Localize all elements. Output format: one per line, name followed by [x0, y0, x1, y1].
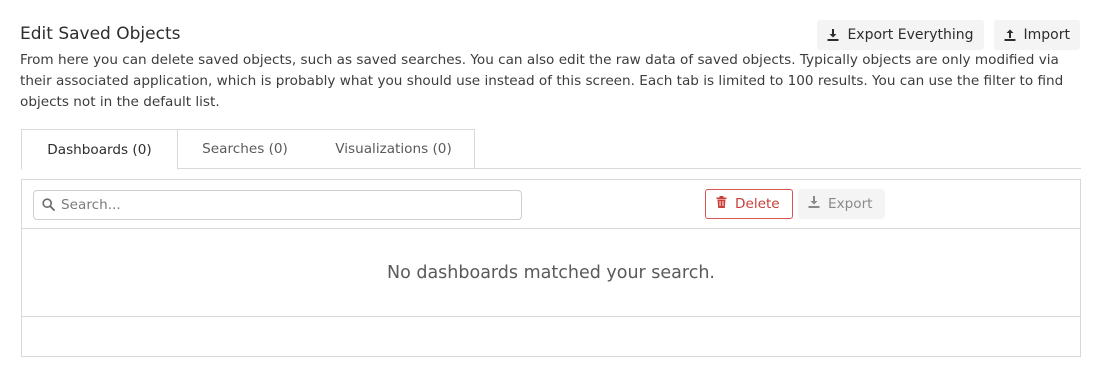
export-button[interactable]: Export [798, 189, 885, 219]
export-everything-button[interactable]: Export Everything [817, 20, 984, 50]
tab-visualizations[interactable]: Visualizations (0) [312, 129, 475, 169]
empty-results-message: No dashboards matched your search. [22, 229, 1080, 317]
header-actions: Export Everything Import [817, 20, 1080, 50]
import-label: Import [1023, 27, 1070, 43]
search-icon [42, 196, 55, 215]
tab-dashboards[interactable]: Dashboards (0) [21, 129, 178, 170]
delete-label: Delete [735, 196, 780, 212]
upload-icon [1004, 29, 1016, 41]
search-input[interactable] [61, 197, 501, 213]
page-description: From here you can delete saved objects, … [20, 52, 1064, 110]
download-icon [808, 196, 820, 212]
trash-icon [716, 196, 727, 212]
import-button[interactable]: Import [993, 20, 1080, 50]
page-title: Edit Saved Objects [20, 24, 181, 44]
export-everything-label: Export Everything [847, 27, 974, 43]
search-box[interactable] [33, 190, 522, 220]
delete-button[interactable]: Delete [705, 189, 793, 219]
tab-searches[interactable]: Searches (0) [178, 129, 312, 169]
objects-panel: Delete Export No dashboards matched your… [21, 179, 1081, 357]
export-label: Export [828, 196, 873, 212]
table-footer [22, 317, 1080, 356]
download-icon [827, 29, 839, 41]
objects-toolbar: Delete Export [22, 180, 1080, 229]
object-type-tabs: Dashboards (0) Searches (0) Visualizatio… [21, 129, 1081, 170]
